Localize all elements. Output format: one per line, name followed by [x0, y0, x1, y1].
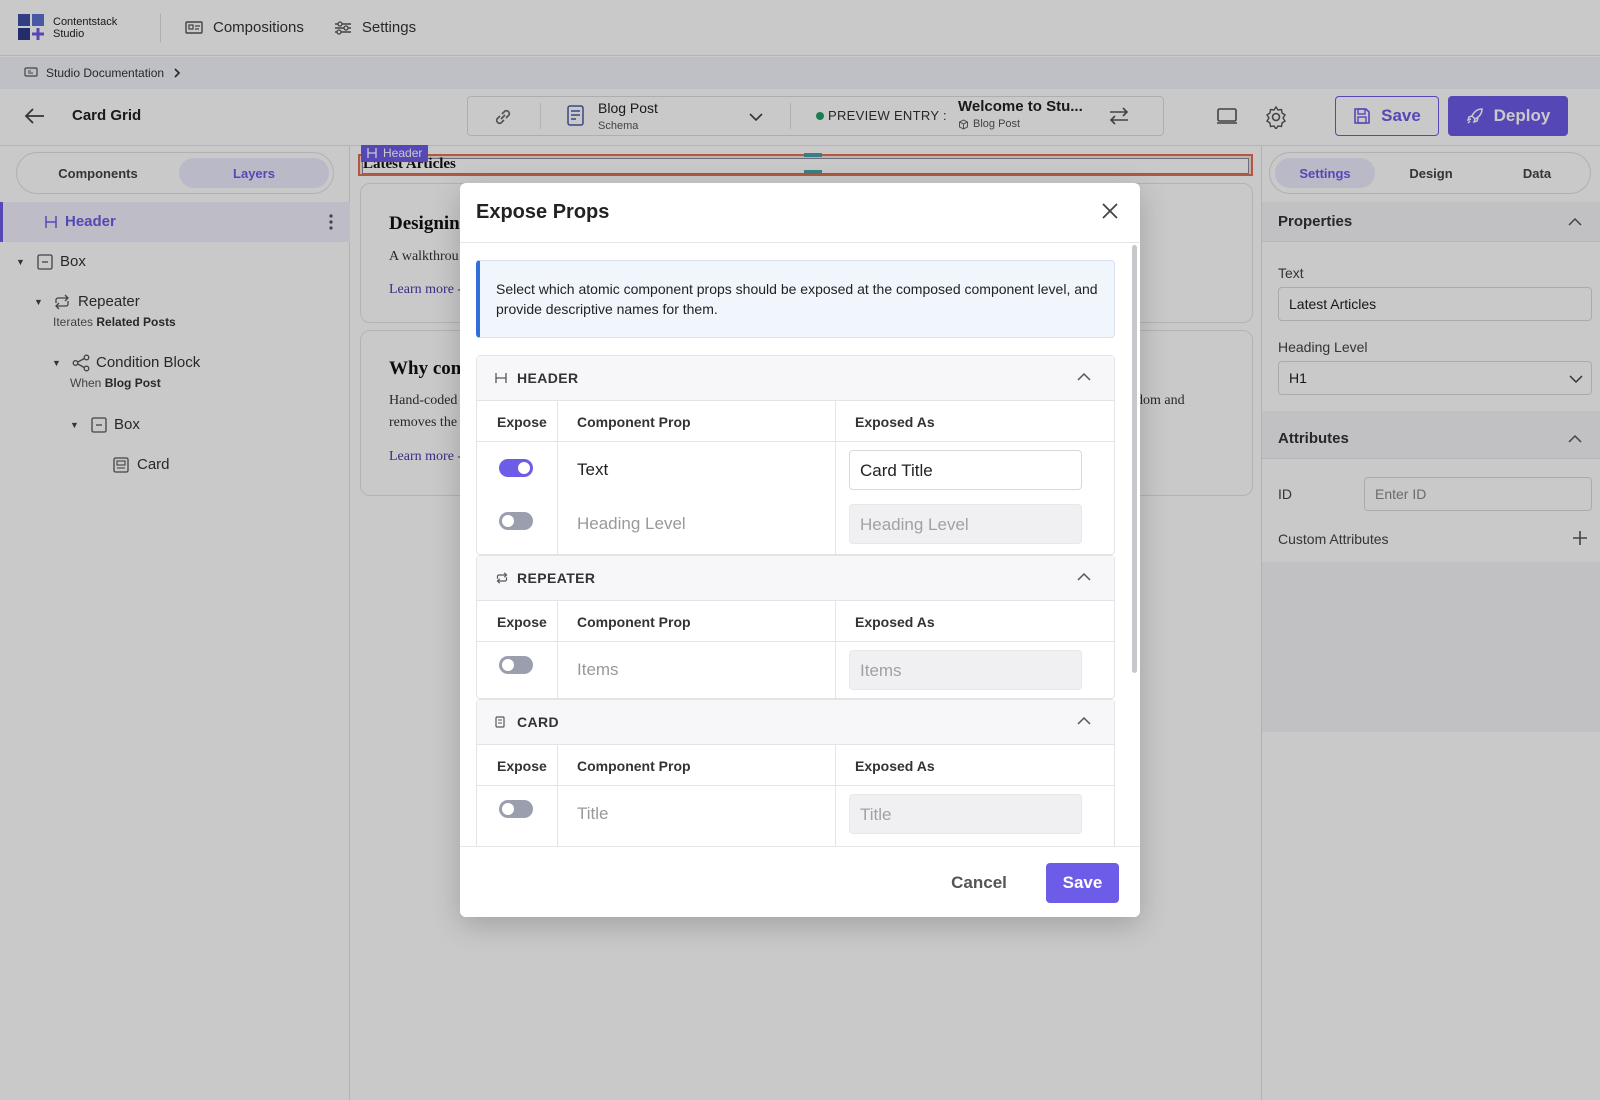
chevron-up-icon — [1077, 716, 1091, 725]
dialog-body: Select which atomic component props shou… — [460, 243, 1140, 846]
group-name: REPEATER — [517, 570, 596, 586]
dialog-title: Expose Props — [476, 201, 610, 223]
cancel-button[interactable]: Cancel — [936, 864, 1022, 902]
group-repeater-toggle[interactable]: REPEATER — [477, 556, 1114, 601]
col-prop-header: Component Prop — [557, 745, 835, 786]
info-banner: Select which atomic component props shou… — [476, 260, 1115, 338]
heading-icon — [495, 373, 507, 383]
prop-name: Text — [577, 460, 609, 479]
dialog-save-button[interactable]: Save — [1046, 863, 1119, 903]
expose-toggle[interactable] — [499, 800, 533, 818]
expose-toggle[interactable] — [499, 459, 533, 477]
exposed-as-input[interactable]: Heading Level — [849, 504, 1082, 544]
table-row: Heading Level Heading Level — [477, 498, 1114, 554]
expose-toggle[interactable] — [499, 512, 533, 530]
col-expose-header: Expose — [477, 401, 557, 442]
close-button[interactable] — [1100, 201, 1120, 221]
group-repeater: REPEATER Expose Component Prop Exposed A… — [476, 555, 1115, 699]
expose-toggle[interactable] — [499, 656, 533, 674]
prop-name: Title — [577, 804, 609, 823]
group-card-toggle[interactable]: CARD — [477, 700, 1114, 745]
close-icon — [1102, 203, 1118, 219]
col-exposed-as-header: Exposed As — [835, 745, 1114, 786]
dialog-header: Expose Props — [460, 183, 1140, 243]
table-row: Text Card Title — [477, 442, 1114, 498]
dialog-footer: Cancel Save — [460, 846, 1140, 917]
scrollbar[interactable] — [1132, 245, 1137, 673]
col-prop-header: Component Prop — [557, 401, 835, 442]
group-header: HEADER Expose Component Prop Exposed As … — [476, 355, 1115, 555]
group-name: HEADER — [517, 370, 579, 386]
exposed-as-input[interactable]: Card Title — [849, 450, 1082, 490]
group-name: CARD — [517, 714, 560, 730]
prop-name: Items — [577, 660, 619, 679]
col-expose-header: Expose — [477, 745, 557, 786]
prop-name: Heading Level — [577, 514, 686, 533]
col-exposed-as-header: Exposed As — [835, 401, 1114, 442]
chevron-up-icon — [1077, 372, 1091, 381]
chevron-up-icon — [1077, 572, 1091, 581]
expose-props-dialog: Expose Props Select which atomic compone… — [460, 183, 1140, 917]
repeat-icon — [496, 572, 508, 584]
exposed-as-input[interactable]: Items — [849, 650, 1082, 690]
exposed-as-input[interactable]: Title — [849, 794, 1082, 834]
group-header-toggle[interactable]: HEADER — [477, 356, 1114, 401]
col-prop-header: Component Prop — [557, 601, 835, 642]
group-card: CARD Expose Component Prop Exposed As Ti… — [476, 699, 1115, 846]
col-exposed-as-header: Exposed As — [835, 601, 1114, 642]
col-expose-header: Expose — [477, 601, 557, 642]
table-row: Title Title — [477, 786, 1114, 842]
table-row: Items Items — [477, 642, 1114, 698]
card-icon — [495, 716, 505, 728]
